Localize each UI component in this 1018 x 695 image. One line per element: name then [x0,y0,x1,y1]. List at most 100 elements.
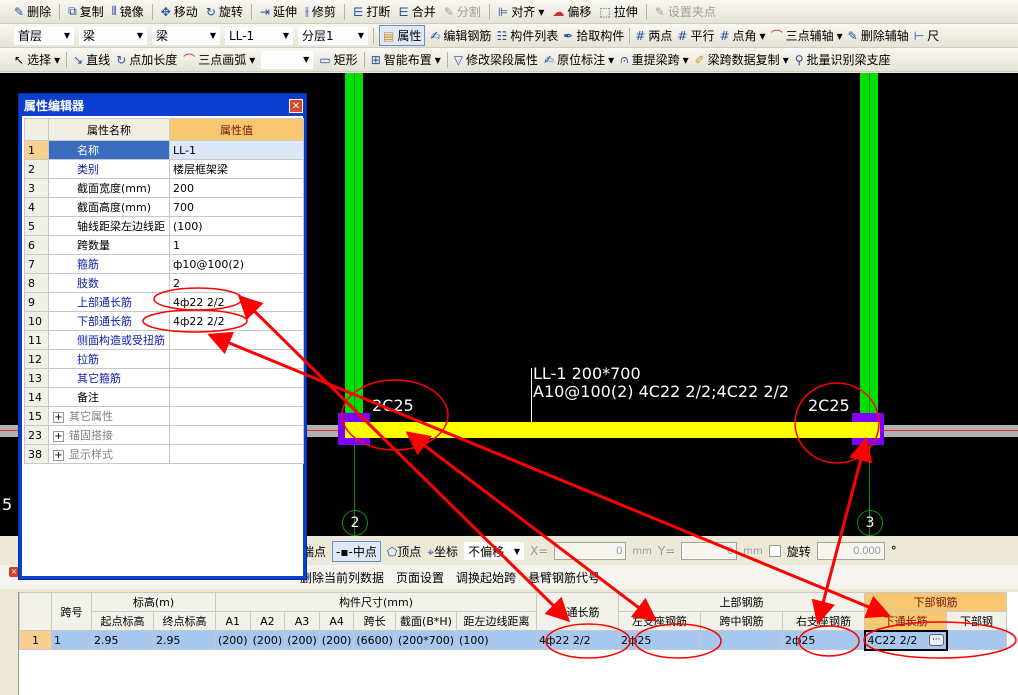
align-button[interactable]: ⊫ 对齐 ▾ [498,3,545,20]
y-input[interactable] [681,542,738,560]
property-value[interactable] [169,368,304,388]
snap-coordinate[interactable]: ⌖坐标 [427,543,458,560]
expand-icon[interactable]: + [53,431,64,442]
window-titlebar[interactable]: 属性编辑器 ✕ [22,97,303,114]
property-row[interactable]: 13 其它箍筋 [24,368,304,388]
copy-button[interactable]: ⧉ 复制 [68,3,104,20]
edit-rebar-button[interactable]: ✍ 编辑钢筋 [430,27,491,44]
offset-select[interactable]: 不偏移 ▼ [464,542,525,560]
property-value[interactable]: ф10@100(2) [169,254,304,274]
property-value[interactable]: (100) [169,216,304,236]
three-point-arc-button[interactable]: ⌒ 三点画弧 ▾ [183,51,255,68]
table-row[interactable]: 1 1 2.95 2.95 (200) (200) (200) (200) (6600) (200… [19,629,1008,651]
angle-input[interactable] [816,542,885,560]
property-value[interactable]: 4ф22 2/2 [169,311,304,331]
property-row[interactable]: 14 备注 [24,387,304,407]
type-select[interactable]: 梁 ▼ [79,26,147,45]
rotate-checkbox[interactable] [768,545,781,557]
point-length-button[interactable]: ↻ 点加长度 [116,51,177,68]
smart-layout-button[interactable]: ⊞ 智能布置 ▾ [371,51,441,68]
two-point-axis-button[interactable]: # 两点 [635,27,672,44]
property-row[interactable]: 23 + 锚固搭接 [24,425,304,445]
table-cell[interactable]: (6600) [353,630,396,650]
property-row[interactable]: 6 跨数量 1 [24,235,304,255]
snap-midpoint[interactable]: -▪-中点 [332,540,381,562]
table-cell[interactable]: 2.95 [91,630,154,650]
offset-button[interactable]: ☁ 偏移 [552,3,591,20]
break-button[interactable]: ⋿ 打断 [353,3,390,20]
table-cell[interactable]: 2.95 [153,630,216,650]
property-row[interactable]: 4 截面高度(mm) 700 [24,197,304,217]
property-row[interactable]: 7 箍筋 ф10@100(2) [24,254,304,274]
table-cell[interactable]: 1 [51,630,92,650]
component-list-button[interactable]: ☷ 构件列表 [496,27,558,44]
property-row[interactable]: 8 肢数 2 [24,273,304,293]
three-point-axis-button[interactable]: ⌒ 三点辅轴 ▾ [771,27,843,44]
property-value[interactable] [169,425,304,445]
property-row[interactable]: 2 类别 楼层框架梁 [24,159,304,179]
merge-button[interactable]: ⋿ 合并 [398,3,435,20]
rectangle-button[interactable]: ▭ 矩形 [319,51,357,68]
close-icon[interactable]: ✕ [289,98,303,113]
table-cell[interactable]: (200) [249,630,286,650]
stretch-button[interactable]: ⬚ 拉伸 [599,3,637,20]
page-setup-button[interactable]: 页面设置 [396,569,444,586]
table-cell[interactable]: 1 [19,630,52,650]
layer-select[interactable]: 分层1 ▼ [298,26,368,45]
table-cell[interactable]: 2ф25 [618,630,702,650]
modify-segment-button[interactable]: ▽ 修改梁段属性 [454,51,538,68]
table-cell[interactable] [946,630,1008,650]
table-cell[interactable]: (200) [215,630,251,650]
component-select[interactable]: LL-1 ▼ [225,26,293,45]
split-button[interactable]: ✎ 分割 [444,3,481,20]
table-cell[interactable]: 2ф25 [782,630,866,650]
move-button[interactable]: ✥ 移动 [161,3,198,20]
select-button[interactable]: ↖ 选择 ▾ [14,51,60,68]
property-row[interactable]: 11 侧面构造或受扭筋 [24,330,304,350]
property-value[interactable]: 1 [169,235,304,255]
delete-button[interactable]: ✎ 删除 [14,3,51,20]
table-cell[interactable]: (200) [284,630,320,650]
property-value[interactable] [169,444,304,464]
table-cell[interactable] [700,630,784,650]
trim-button[interactable]: ⫲ 修剪 [305,3,336,20]
property-value[interactable]: 楼层框架梁 [169,159,304,179]
table-cell[interactable]: (200*700) [394,630,458,650]
set-grip-button[interactable]: ✎ 设置夹点 [655,3,716,20]
expand-icon[interactable]: + [53,412,64,423]
subtype-select[interactable]: 梁 ▼ [152,26,220,45]
property-row[interactable]: 10 下部通长筋 4ф22 2/2 [24,311,304,331]
table-cell[interactable]: (100) [456,630,538,650]
copy-span-data-button[interactable]: ✐ 梁跨数据复制 ▾ [695,51,789,68]
property-value[interactable]: 700 [169,197,304,217]
mirror-button[interactable]: ⫴ 镜像 [112,3,144,20]
rotate-button[interactable]: ↻ 旋转 [206,3,243,20]
x-input[interactable] [554,542,627,560]
table-cell[interactable]: (200) [318,630,355,650]
properties-button[interactable]: ▤ 属性 [379,25,426,46]
property-row[interactable]: 9 上部通长筋 4ф22 2/2 [24,292,304,312]
property-value[interactable]: 2 [169,273,304,293]
delete-column-data-button[interactable]: 删除当前列数据 [300,569,384,586]
parallel-axis-button[interactable]: # 平行 [677,27,714,44]
shape-select[interactable]: ▼ [261,50,314,69]
point-angle-button[interactable]: # 点角 ▾ [719,27,765,44]
table-cell[interactable]: 4C22 2/2 ··· [863,629,948,651]
in-situ-annotation-button[interactable]: ✍ 原位标注 ▾ [544,51,614,68]
property-row[interactable]: 38 + 显示样式 [24,444,304,464]
expand-icon[interactable]: + [53,450,64,461]
swap-start-span-button[interactable]: 调换起始跨 [456,569,516,586]
property-value[interactable]: 200 [169,178,304,198]
pick-component-button[interactable]: ✒ 拾取构件 [563,27,624,44]
re-extract-span-button[interactable]: ⩀ 重提梁跨 ▾ [620,51,688,68]
extend-button[interactable]: ⇥ 延伸 [260,3,297,20]
delete-axis-button[interactable]: ✎ 删除辅轴 [848,27,909,44]
property-row[interactable]: 3 截面宽度(mm) 200 [24,178,304,198]
property-value[interactable]: LL-1 [169,140,304,160]
property-row[interactable]: 15 + 其它属性 [24,406,304,426]
table-cell[interactable]: 4ф22 2/2 [536,630,620,650]
line-button[interactable]: ↘ 直线 [73,51,110,68]
batch-identify-support-button[interactable]: ⚲ 批量识别梁支座 [795,51,891,68]
property-row[interactable]: 1 名称 LL-1 [24,140,304,160]
more-icon[interactable]: ··· [928,633,944,646]
